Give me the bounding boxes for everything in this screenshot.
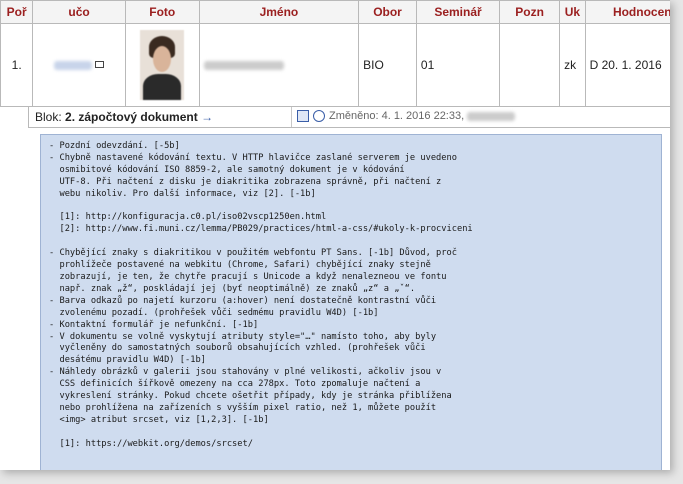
block-header-row: Blok: 2. zápočtový dokument → Změněno: 4…: [28, 106, 670, 128]
col-header-foto: Foto: [124, 0, 200, 24]
block-prefix-label: Blok:: [35, 110, 62, 124]
col-header-obor[interactable]: Obor: [358, 0, 417, 24]
table-header-row: Poř učo Foto Jméno Obor Seminář Pozn Uk …: [0, 0, 670, 24]
evaluation-comment-box: - Pozdní odevzdání. [-5b] - Chybně nasta…: [40, 134, 662, 470]
divider: [291, 107, 292, 127]
cell-uco: [32, 23, 126, 107]
cell-poradi: 1.: [0, 23, 34, 107]
students-table: Poř učo Foto Jméno Obor Seminář Pozn Uk …: [0, 0, 670, 107]
col-header-seminar[interactable]: Seminář: [415, 0, 501, 24]
student-photo: [140, 30, 185, 100]
edit-note-icon[interactable]: [297, 110, 309, 123]
col-header-poradi[interactable]: Poř: [0, 0, 34, 24]
cell-jmeno: [198, 23, 360, 107]
cell-seminar: 01: [415, 23, 501, 107]
evaluation-comment-text: - Pozdní odevzdání. [-5b] - Chybně nasta…: [49, 141, 473, 449]
col-header-jmeno[interactable]: Jméno: [198, 0, 360, 24]
arrow-right-icon[interactable]: →: [201, 110, 213, 124]
photo-face: [153, 46, 172, 72]
cell-hodnoceni: D 20. 1. 2016: [584, 23, 670, 107]
cell-foto: [124, 23, 200, 107]
col-header-uco[interactable]: učo: [32, 0, 126, 24]
table-row: 1. BIO 01 zk D 20. 1. 2016: [0, 23, 670, 107]
mail-icon[interactable]: [95, 61, 105, 69]
grading-frame: Poř učo Foto Jméno Obor Seminář Pozn Uk …: [0, 0, 670, 470]
photo-body: [143, 74, 182, 100]
changed-by-name: [467, 111, 516, 121]
col-header-pozn: Pozn: [499, 0, 561, 24]
block-name-link[interactable]: 2. zápočtový dokument: [65, 110, 198, 124]
cell-uk: zk: [559, 23, 586, 107]
block-title: Blok: 2. zápočtový dokument →: [35, 110, 213, 124]
history-icon[interactable]: [313, 110, 325, 123]
student-name-link[interactable]: [203, 61, 284, 71]
uco-link[interactable]: [54, 61, 93, 71]
cell-pozn: [499, 23, 561, 107]
col-header-uk[interactable]: Uk: [559, 0, 586, 24]
cell-obor: BIO: [358, 23, 417, 107]
changed-timestamp: Změněno: 4. 1. 2016 22:33,: [329, 110, 465, 122]
change-info: Změněno: 4. 1. 2016 22:33,: [297, 110, 516, 123]
col-header-hodnoceni[interactable]: Hodnocen: [584, 0, 670, 24]
